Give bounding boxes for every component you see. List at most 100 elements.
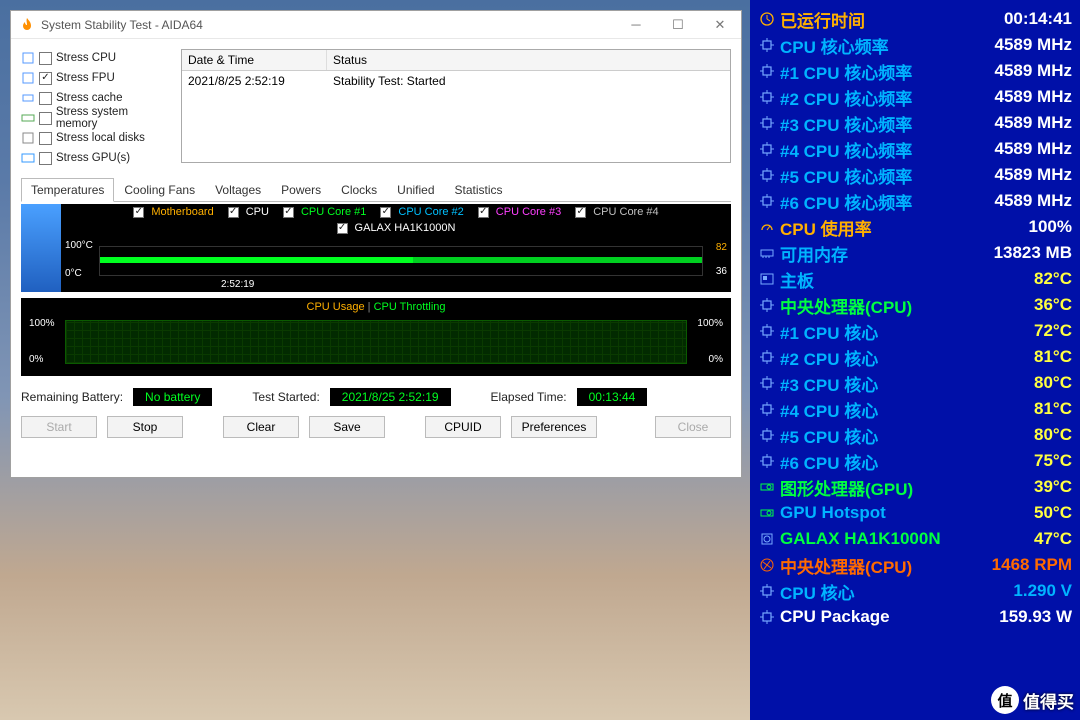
legend-item[interactable]: GALAX HA1K1000N bbox=[337, 222, 456, 234]
tab-powers[interactable]: Powers bbox=[271, 178, 331, 202]
battery-value: No battery bbox=[133, 388, 212, 406]
chip-icon bbox=[758, 402, 776, 416]
window-title: System Stability Test - AIDA64 bbox=[41, 18, 615, 32]
legend-checkbox[interactable] bbox=[228, 207, 239, 218]
cpu-usage-chart: CPU Usage | CPU Throttling 100% 0% 100% … bbox=[21, 298, 731, 376]
stress-label: Stress CPU bbox=[56, 52, 116, 64]
stress-disk[interactable]: Stress local disks bbox=[21, 129, 171, 147]
chip-icon bbox=[758, 376, 776, 390]
device-icon bbox=[21, 71, 35, 85]
stress-label: Stress local disks bbox=[56, 132, 145, 144]
legend-checkbox[interactable] bbox=[478, 207, 489, 218]
legend-item[interactable]: CPU Core #4 bbox=[575, 206, 658, 218]
preferences-button[interactable]: Preferences bbox=[511, 416, 597, 438]
titlebar[interactable]: System Stability Test - AIDA64 ─ ☐ ✕ bbox=[11, 11, 741, 39]
legend-checkbox[interactable] bbox=[380, 207, 391, 218]
osd-row-21: 中央处理器(CPU)1468 RPM bbox=[758, 552, 1072, 578]
device-icon bbox=[21, 111, 35, 125]
gauge-icon bbox=[758, 220, 776, 234]
minimize-button[interactable]: ─ bbox=[615, 11, 657, 39]
osd-row-10: 主板82°C bbox=[758, 266, 1072, 292]
legend-checkbox[interactable] bbox=[337, 223, 348, 234]
osd-row-22: CPU 核心1.290 V bbox=[758, 578, 1072, 604]
chip-icon bbox=[758, 142, 776, 156]
chip-icon bbox=[758, 116, 776, 130]
log-row[interactable]: 2021/8/25 2:52:19 Stability Test: Starte… bbox=[182, 71, 730, 91]
stress-checkbox[interactable] bbox=[39, 132, 52, 145]
osd-row-11: 中央处理器(CPU)36°C bbox=[758, 292, 1072, 318]
chip-icon bbox=[758, 428, 776, 442]
osd-row-1: CPU 核心频率4589 MHz bbox=[758, 32, 1072, 58]
legend-checkbox[interactable] bbox=[575, 207, 586, 218]
status-bar: Remaining Battery: No battery Test Start… bbox=[21, 388, 731, 406]
tab-voltages[interactable]: Voltages bbox=[205, 178, 271, 202]
watermark-badge: 值 bbox=[991, 686, 1019, 714]
chip-icon bbox=[758, 64, 776, 78]
chip-icon bbox=[758, 194, 776, 208]
tab-cooling-fans[interactable]: Cooling Fans bbox=[114, 178, 205, 202]
osd-row-9: 可用内存13823 MB bbox=[758, 240, 1072, 266]
osd-row-7: #6 CPU 核心频率4589 MHz bbox=[758, 188, 1072, 214]
disk-icon bbox=[758, 532, 776, 546]
stress-mem[interactable]: Stress system memory bbox=[21, 109, 171, 127]
log-col-status[interactable]: Status bbox=[327, 50, 730, 70]
tab-unified[interactable]: Unified bbox=[387, 178, 444, 202]
stop-button[interactable]: Stop bbox=[107, 416, 183, 438]
osd-row-16: #5 CPU 核心80°C bbox=[758, 422, 1072, 448]
osd-row-15: #4 CPU 核心81°C bbox=[758, 396, 1072, 422]
chip-icon bbox=[758, 454, 776, 468]
osd-row-14: #3 CPU 核心80°C bbox=[758, 370, 1072, 396]
start-button[interactable]: Start bbox=[21, 416, 97, 438]
tab-clocks[interactable]: Clocks bbox=[331, 178, 387, 202]
osd-row-4: #3 CPU 核心频率4589 MHz bbox=[758, 110, 1072, 136]
legend-item[interactable]: CPU Core #1 bbox=[283, 206, 366, 218]
legend-checkbox[interactable] bbox=[133, 207, 144, 218]
save-button[interactable]: Save bbox=[309, 416, 385, 438]
cpuid-button[interactable]: CPUID bbox=[425, 416, 501, 438]
legend-item[interactable]: Motherboard bbox=[133, 206, 213, 218]
osd-row-20: GALAX HA1K1000N47°C bbox=[758, 526, 1072, 552]
device-icon bbox=[21, 91, 35, 105]
osd-row-2: #1 CPU 核心频率4589 MHz bbox=[758, 58, 1072, 84]
maximize-button[interactable]: ☐ bbox=[657, 11, 699, 39]
close-button[interactable]: ✕ bbox=[699, 11, 741, 39]
stress-checkbox[interactable] bbox=[39, 92, 52, 105]
osd-row-23: CPU Package159.93 W bbox=[758, 604, 1072, 630]
tab-temperatures[interactable]: Temperatures bbox=[21, 178, 114, 202]
watermark: 值 值得买 bbox=[991, 686, 1074, 714]
device-icon bbox=[21, 151, 35, 165]
legend-item[interactable]: CPU Core #2 bbox=[380, 206, 463, 218]
tabs: TemperaturesCooling FansVoltagesPowersCl… bbox=[21, 177, 731, 202]
stress-checkbox[interactable] bbox=[39, 152, 52, 165]
chip-icon bbox=[758, 90, 776, 104]
tab-statistics[interactable]: Statistics bbox=[445, 178, 513, 202]
stress-checkbox[interactable] bbox=[39, 72, 52, 85]
stress-checkbox[interactable] bbox=[39, 112, 52, 125]
chart-scroll-handle[interactable] bbox=[21, 204, 61, 292]
osd-row-0: 已运行时间00:14:41 bbox=[758, 6, 1072, 32]
log-table[interactable]: Date & Time Status 2021/8/25 2:52:19 Sta… bbox=[181, 49, 731, 163]
legend-item[interactable]: CPU bbox=[228, 206, 269, 218]
osd-row-19: GPU Hotspot50°C bbox=[758, 500, 1072, 526]
aida64-window: System Stability Test - AIDA64 ─ ☐ ✕ Str… bbox=[10, 10, 742, 478]
stress-checkbox[interactable] bbox=[39, 52, 52, 65]
mem-icon bbox=[758, 246, 776, 260]
close-app-button[interactable]: Close bbox=[655, 416, 731, 438]
stress-label: Stress FPU bbox=[56, 72, 115, 84]
stress-fpu[interactable]: Stress FPU bbox=[21, 69, 171, 87]
legend-checkbox[interactable] bbox=[283, 207, 294, 218]
button-bar: Start Stop Clear Save CPUID Preferences … bbox=[21, 416, 731, 438]
chip-icon bbox=[758, 350, 776, 364]
gpu-icon bbox=[758, 480, 776, 494]
stress-gpu[interactable]: Stress GPU(s) bbox=[21, 149, 171, 167]
stress-options: Stress CPU Stress FPU Stress cache Stress s… bbox=[21, 49, 171, 169]
flame-icon bbox=[19, 17, 35, 33]
osd-panel: 已运行时间00:14:41CPU 核心频率4589 MHz#1 CPU 核心频率… bbox=[750, 0, 1080, 720]
stress-cpu[interactable]: Stress CPU bbox=[21, 49, 171, 67]
device-icon bbox=[21, 131, 35, 145]
legend-item[interactable]: CPU Core #3 bbox=[478, 206, 561, 218]
stress-cache[interactable]: Stress cache bbox=[21, 89, 171, 107]
log-col-datetime[interactable]: Date & Time bbox=[182, 50, 327, 70]
clear-button[interactable]: Clear bbox=[223, 416, 299, 438]
elapsed-value: 00:13:44 bbox=[577, 388, 648, 406]
